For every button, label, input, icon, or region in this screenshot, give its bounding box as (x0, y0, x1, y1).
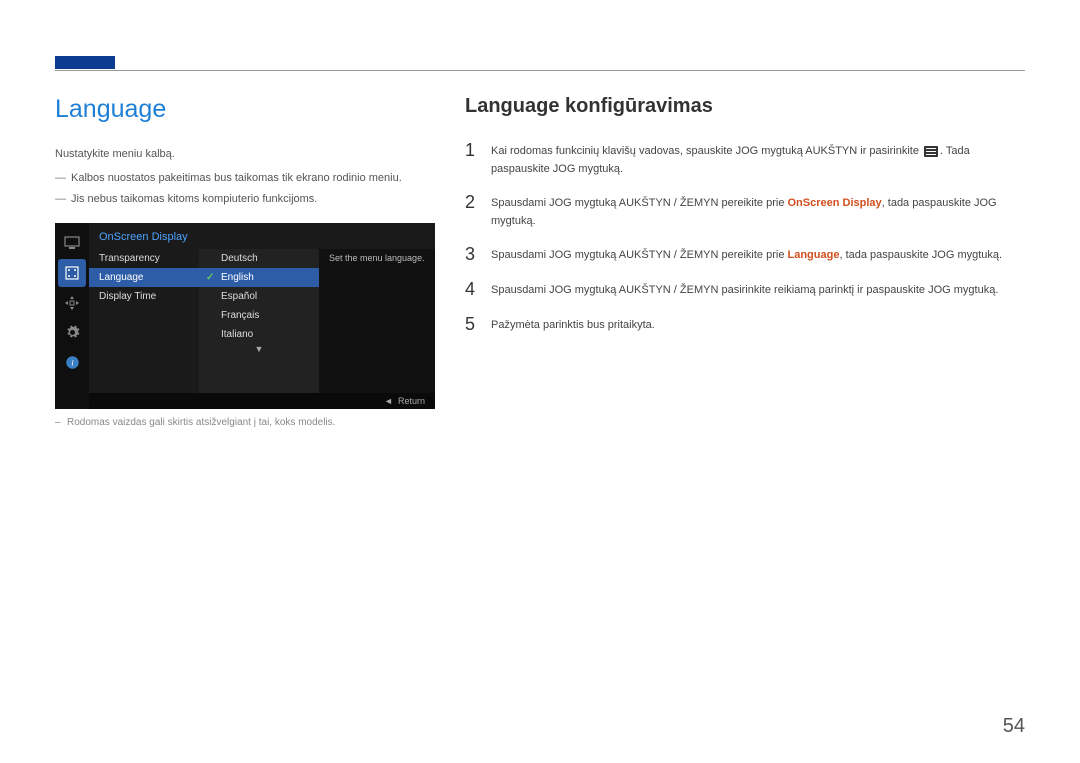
step-number: 4 (465, 279, 479, 300)
step-2: 2 Spausdami JOG mygtuką AUKŠTYN / ŽEMYN … (465, 192, 1025, 230)
monitor-icon (58, 229, 86, 257)
step-number: 1 (465, 140, 479, 161)
chevron-down-icon: ▼ (199, 344, 319, 354)
osd-lang-italiano: Italiano (199, 325, 319, 344)
osd-menu-list: Transparency Language Display Time (89, 249, 199, 393)
osd-title: OnScreen Display (89, 223, 435, 249)
osd-mockup: i OnScreen Display Transparency Language… (55, 223, 435, 409)
osd-language-list: Deutsch English Español Français Italian… (199, 249, 319, 393)
left-column: Language Nustatykite meniu kalbą. Kalbos… (55, 95, 435, 428)
header-accent-bar (55, 56, 115, 69)
osd-description: Set the menu language. (319, 249, 435, 393)
osd-icon-sidebar: i (55, 223, 89, 409)
step-text: Pažymėta parinktis bus pritaikyta. (491, 314, 655, 335)
osd-body: OnScreen Display Transparency Language D… (89, 223, 435, 409)
menu-icon (924, 146, 938, 157)
osd-lang-english: English (199, 268, 319, 287)
osd-icon (58, 259, 86, 287)
gear-icon (58, 319, 86, 347)
osd-caption: Rodomas vaizdas gali skirtis atsižvelgia… (55, 417, 435, 428)
return-arrow-icon: ◄ (384, 396, 393, 406)
osd-main: Transparency Language Display Time Deuts… (89, 249, 435, 393)
osd-item-language: Language (89, 268, 199, 287)
step-4: 4 Spausdami JOG mygtuką AUKŠTYN / ŽEMYN … (465, 279, 1025, 300)
move-icon (58, 289, 86, 317)
step-text: Spausdami JOG mygtuką AUKŠTYN / ŽEMYN pe… (491, 192, 1025, 230)
section-heading: Language (55, 95, 435, 124)
step-1: 1 Kai rodomas funkcinių klavišų vadovas,… (465, 140, 1025, 178)
step-number: 3 (465, 244, 479, 265)
note-line-1: Kalbos nuostatos pakeitimas bus taikomas… (55, 170, 435, 188)
step-text: Kai rodomas funkcinių klavišų vadovas, s… (491, 140, 1025, 178)
osd-item-displaytime: Display Time (89, 287, 199, 306)
step-5: 5 Pažymėta parinktis bus pritaikyta. (465, 314, 1025, 335)
note-line-2: Jis nebus taikomas kitoms kompiuterio fu… (55, 191, 435, 209)
step-3: 3 Spausdami JOG mygtuką AUKŠTYN / ŽEMYN … (465, 244, 1025, 265)
step-number: 5 (465, 314, 479, 335)
osd-item-transparency: Transparency (89, 249, 199, 268)
osd-lang-deutsch: Deutsch (199, 249, 319, 268)
osd-lang-francais: Français (199, 306, 319, 325)
step-number: 2 (465, 192, 479, 213)
step-text: Spausdami JOG mygtuką AUKŠTYN / ŽEMYN pa… (491, 279, 998, 300)
return-label: Return (398, 396, 425, 406)
osd-footer: ◄ Return (89, 393, 435, 409)
header-rule (55, 70, 1025, 71)
intro-text: Nustatykite meniu kalbą. (55, 146, 435, 164)
page-content: Language Nustatykite meniu kalbą. Kalbos… (55, 95, 1025, 428)
info-icon: i (58, 349, 86, 377)
step-text: Spausdami JOG mygtuką AUKŠTYN / ŽEMYN pe… (491, 244, 1002, 265)
page-number: 54 (1003, 715, 1025, 738)
config-heading: Language konfigūravimas (465, 95, 1025, 118)
right-column: Language konfigūravimas 1 Kai rodomas fu… (465, 95, 1025, 428)
osd-lang-espanol: Español (199, 287, 319, 306)
